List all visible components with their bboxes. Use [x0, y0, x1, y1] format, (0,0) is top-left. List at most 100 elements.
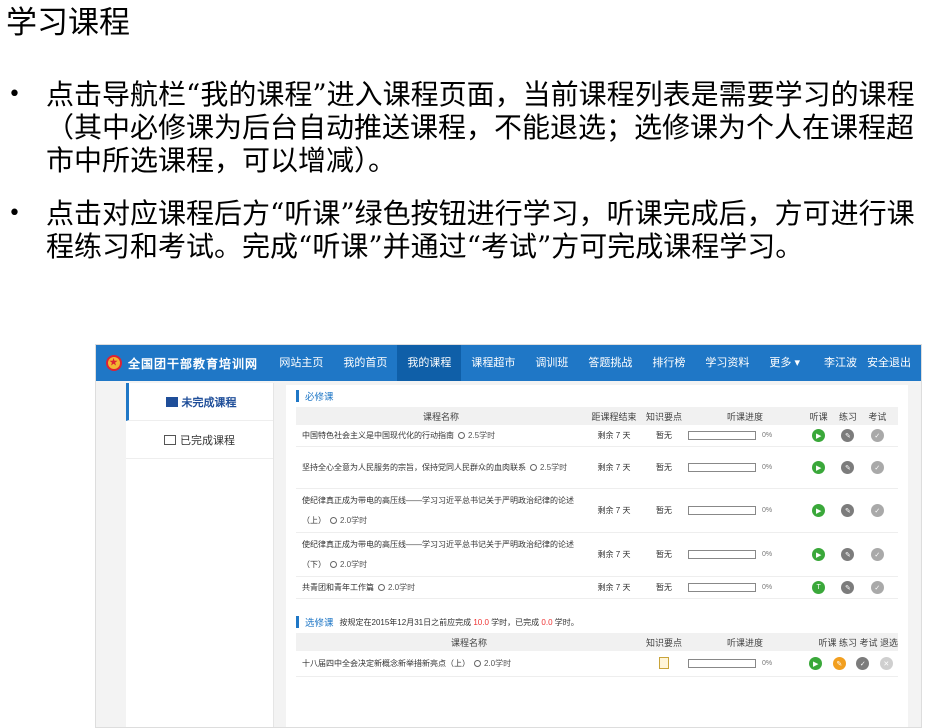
exam-icon[interactable]: ✓: [856, 657, 870, 670]
nav-course-market[interactable]: 课程超市: [461, 345, 525, 381]
sidebar-item-label: 未完成课程: [181, 396, 237, 409]
nav-more[interactable]: 更多 ▾: [759, 345, 810, 381]
site-logo[interactable]: ★ 全国团干部教育培训网: [96, 355, 269, 372]
required-hours: 10.0: [473, 617, 489, 627]
emblem-icon: ★: [106, 355, 122, 371]
table-row: 坚持全心全意为人民服务的宗旨，保持党同人民群众的血肉联系 2.5学时 剩余 7 天…: [296, 447, 898, 489]
bullet-item: • 点击对应课程后方“听课”绿色按钮进行学习，听课完成后，方可进行课程练习和考试。…: [0, 197, 926, 263]
col-knowledge: 知识要点: [645, 637, 682, 648]
close-icon[interactable]: ✕: [879, 657, 893, 670]
col-progress: 听课进度: [726, 637, 763, 648]
row-actions: ▶ ✎ ✓: [804, 461, 892, 474]
col-progress: 听课进度: [726, 411, 763, 422]
nav-user[interactable]: 李江波: [814, 345, 867, 381]
bullet-item: • 点击导航栏“我的课程”进入课程页面，当前课程列表是需要学习的课程（其中必修课为…: [0, 78, 926, 177]
table-row: 使纪律真正成为带电的高压线——学习习近平总书记关于严明政治纪律的论述（下） 2.0…: [296, 533, 898, 577]
edit-icon[interactable]: ✎: [832, 657, 846, 670]
row-actions: ▶ ✎ ✓: [804, 548, 892, 561]
table-header: 课程名称 知识要点 听课进度 听课 练习 考试 退选: [296, 633, 898, 651]
sidebar-item-finished[interactable]: 已完成课程: [126, 421, 273, 459]
col-exam: 考试: [868, 411, 887, 422]
sidebar-item-label: 已完成课程: [180, 434, 235, 447]
bullet-text: 点击对应课程后方“听课”绿色按钮进行学习，听课完成后，方可进行课程练习和考试。完…: [46, 197, 915, 263]
section-marker: [296, 390, 299, 402]
play-icon[interactable]: ▶: [812, 548, 826, 561]
sidebar-item-unfinished[interactable]: 未完成课程: [126, 383, 273, 421]
nav-leaderboard[interactable]: 排行榜: [642, 345, 695, 381]
edit-icon[interactable]: ✎: [841, 504, 855, 517]
nav-materials[interactable]: 学习资料: [695, 345, 759, 381]
clock-icon: [530, 463, 537, 471]
days-left: 剩余 7 天: [597, 463, 631, 472]
clock-icon: [458, 432, 465, 440]
edit-icon[interactable]: ✎: [841, 548, 855, 561]
exam-icon[interactable]: ✓: [870, 461, 884, 474]
nav-my-courses[interactable]: 我的课程: [397, 345, 462, 381]
bullet-list: • 点击导航栏“我的课程”进入课程页面，当前课程列表是需要学习的课程（其中必修课为…: [0, 78, 926, 283]
exam-icon[interactable]: ✓: [870, 581, 884, 594]
exam-icon[interactable]: ✓: [870, 429, 884, 442]
edit-icon[interactable]: ✎: [841, 581, 855, 594]
nav-logout[interactable]: 安全退出: [867, 345, 921, 381]
course-name[interactable]: 使纪律真正成为带电的高压线——学习习近平总书记关于严明政治纪律的论述（上） 2.0…: [296, 491, 586, 531]
section-title: 选修课: [305, 618, 334, 629]
col-practice: 练习: [838, 411, 857, 422]
course-panel: 必修课 课程名称 距课程结束 知识要点 听课进度 听课 练习 考试 中国特色社会…: [286, 385, 908, 727]
progress-bar: [688, 550, 756, 559]
table-header: 课程名称 距课程结束 知识要点 听课进度 听课 练习 考试: [296, 407, 898, 425]
progress-bar: [688, 583, 756, 592]
knowledge-points: 暂无: [656, 506, 672, 515]
elective-note: 按规定在2015年12月31日之前应完成 10.0 学时，已完成 0.0 学时。: [339, 617, 579, 627]
nav-training-class[interactable]: 调训班: [525, 345, 578, 381]
progress: 0%: [686, 431, 804, 440]
document-icon[interactable]: [659, 656, 669, 669]
progress: 0%: [686, 659, 804, 668]
t-icon[interactable]: T: [812, 581, 826, 594]
edit-icon[interactable]: ✎: [841, 429, 855, 442]
progress-bar: [688, 463, 756, 472]
table-row: 中国特色社会主义是中国现代化的行动指南 2.5学时 剩余 7 天 暂无 0% ▶ …: [296, 425, 898, 447]
course-name[interactable]: 共青团和青年工作篇 2.0学时: [296, 582, 586, 593]
knowledge-points[interactable]: [642, 656, 686, 671]
progress: 0%: [686, 463, 804, 472]
play-icon[interactable]: ▶: [812, 504, 826, 517]
section-title: 必修课: [305, 392, 334, 403]
course-name[interactable]: 十八届四中全会决定新概念新举措新亮点（上） 2.0学时: [296, 658, 642, 669]
col-actions: 听课 练习 考试: [804, 410, 892, 423]
done-hours: 0.0: [541, 617, 553, 627]
play-icon[interactable]: ▶: [812, 461, 826, 474]
bullet-dot-icon: •: [8, 201, 21, 226]
exam-icon[interactable]: ✓: [870, 504, 884, 517]
slide-title: 学习课程: [6, 5, 130, 41]
course-name[interactable]: 坚持全心全意为人民服务的宗旨，保持党同人民群众的血肉联系 2.5学时: [296, 458, 586, 478]
knowledge-points: 暂无: [656, 463, 672, 472]
bullet-text: 点击导航栏“我的课程”进入课程页面，当前课程列表是需要学习的课程（其中必修课为后…: [46, 78, 915, 177]
nav-quiz-challenge[interactable]: 答题挑战: [578, 345, 642, 381]
bullet-dot-icon: •: [8, 82, 21, 107]
col-name: 课程名称: [450, 637, 487, 648]
progress: 0%: [686, 583, 804, 592]
top-navbar: ★ 全国团干部教育培训网 网站主页 我的首页 我的课程 课程超市 调训班 答题挑…: [96, 345, 921, 381]
course-name[interactable]: 中国特色社会主义是中国现代化的行动指南 2.5学时: [296, 430, 586, 441]
clock-icon: [330, 516, 337, 524]
sidebar: 未完成课程 已完成课程: [126, 383, 274, 727]
row-actions: ▶ ✎ ✓: [804, 429, 892, 442]
logo-text: 全国团干部教育培训网: [128, 356, 259, 371]
course-name[interactable]: 使纪律真正成为带电的高压线——学习习近平总书记关于严明政治纪律的论述（下） 2.0…: [296, 535, 586, 575]
row-actions: ▶ ✎ ✓: [804, 504, 892, 517]
clock-icon: [330, 560, 337, 568]
progress-bar: [688, 659, 756, 668]
col-actions: 听课 练习 考试 退选: [818, 637, 898, 648]
progress: 0%: [686, 550, 804, 559]
days-left: 剩余 7 天: [597, 550, 631, 559]
embedded-screenshot: ★ 全国团干部教育培训网 网站主页 我的首页 我的课程 课程超市 调训班 答题挑…: [95, 344, 922, 728]
exam-icon[interactable]: ✓: [870, 548, 884, 561]
required-section-header: 必修课: [286, 385, 908, 407]
table-row: 十八届四中全会决定新概念新举措新亮点（上） 2.0学时 0% ▶ ✎ ✓ ✕: [296, 651, 898, 677]
nav-home[interactable]: 网站主页: [269, 345, 333, 381]
play-icon[interactable]: ▶: [809, 657, 823, 670]
nav-my-home[interactable]: 我的首页: [333, 345, 397, 381]
edit-icon[interactable]: ✎: [841, 461, 855, 474]
section-marker: [296, 616, 299, 628]
play-icon[interactable]: ▶: [812, 429, 826, 442]
